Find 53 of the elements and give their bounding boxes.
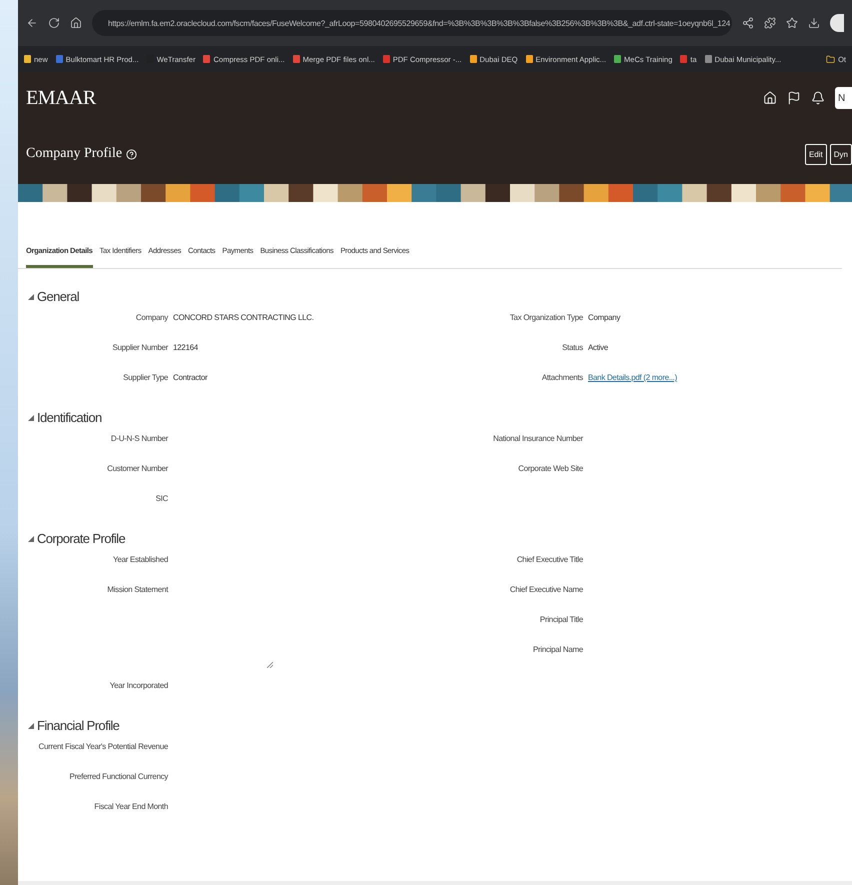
field-label: Year Established	[112, 554, 168, 564]
section-header[interactable]: Corporate Profile	[28, 525, 842, 552]
header-button[interactable]: Dyn	[830, 144, 852, 164]
field-value: 122164	[173, 342, 199, 352]
field-label: Chief Executive Title	[516, 554, 583, 564]
field-value: Contractor	[173, 372, 208, 382]
field-label: Fiscal Year End Month	[93, 801, 168, 811]
section-header[interactable]: General	[28, 283, 842, 310]
section-header[interactable]: Identification	[28, 404, 842, 431]
field-value: Active	[588, 342, 609, 352]
download-icon[interactable]	[808, 17, 820, 29]
address-bar[interactable]: https://emlm.fa.em2.oraclecloud.com/fscm/faces/FuseWelcome?_afrLoop=5980402695529659&fnd=%3B%3B%3B%3B%3Bfalse%3B256%3B%3B%3B&_adf.ctrl-state=1oeyqnb6l_124	[92, 10, 732, 36]
help-icon[interactable]	[126, 148, 138, 160]
field-value: CONCORD STARS CONTRACTING LLC.	[173, 312, 315, 322]
puzzle-icon[interactable]	[764, 17, 776, 29]
field-label: National Insurance Number	[492, 433, 583, 443]
field-label: Tax Organization Type	[508, 312, 583, 322]
field-label: Year Incorporated	[108, 680, 168, 690]
field-label: Supplier Type	[122, 372, 168, 382]
reload-icon[interactable]	[48, 17, 60, 29]
star-icon[interactable]	[786, 17, 798, 29]
field-label: Principal Name	[532, 644, 583, 654]
field-label: Preferred Functional Currency	[68, 771, 168, 781]
triangle-icon	[28, 414, 34, 420]
resize-handle-icon[interactable]	[267, 662, 273, 668]
field-value: Company	[588, 312, 622, 322]
field-label: Company	[134, 312, 168, 322]
triangle-icon	[28, 294, 34, 300]
brand-logo: EMAAR	[26, 86, 96, 110]
flag-icon[interactable]	[787, 91, 801, 105]
field-label: Supplier Number	[111, 342, 168, 352]
field-label: Status	[561, 342, 583, 352]
page-title: Company Profile	[26, 146, 122, 162]
field-label: D-U-N-S Number	[110, 433, 168, 443]
field-label: Principal Title	[538, 614, 583, 624]
field-label: Mission Statement	[106, 584, 168, 594]
field-label: Current Fiscal Year's Potential Revenue	[38, 741, 168, 751]
field-label: Attachments	[540, 372, 583, 382]
header-button[interactable]: Edit	[804, 144, 827, 164]
field-label: Corporate Web Site	[517, 463, 583, 473]
home-icon[interactable]	[70, 17, 82, 29]
field-label: SIC	[154, 493, 168, 503]
profile-avatar[interactable]	[830, 14, 844, 32]
share-icon[interactable]	[742, 17, 754, 29]
triangle-icon	[28, 722, 34, 728]
field-label: Customer Number	[106, 463, 168, 473]
attachment-link[interactable]: Bank Details.pdf (2 more...)	[588, 370, 842, 382]
notifications-icon[interactable]	[811, 91, 825, 105]
section-header[interactable]: Financial Profile	[28, 712, 842, 739]
field-label: Chief Executive Name	[508, 584, 583, 594]
user-avatar[interactable]: N	[835, 87, 852, 109]
triangle-icon	[28, 536, 34, 542]
back-icon[interactable]	[26, 17, 38, 29]
